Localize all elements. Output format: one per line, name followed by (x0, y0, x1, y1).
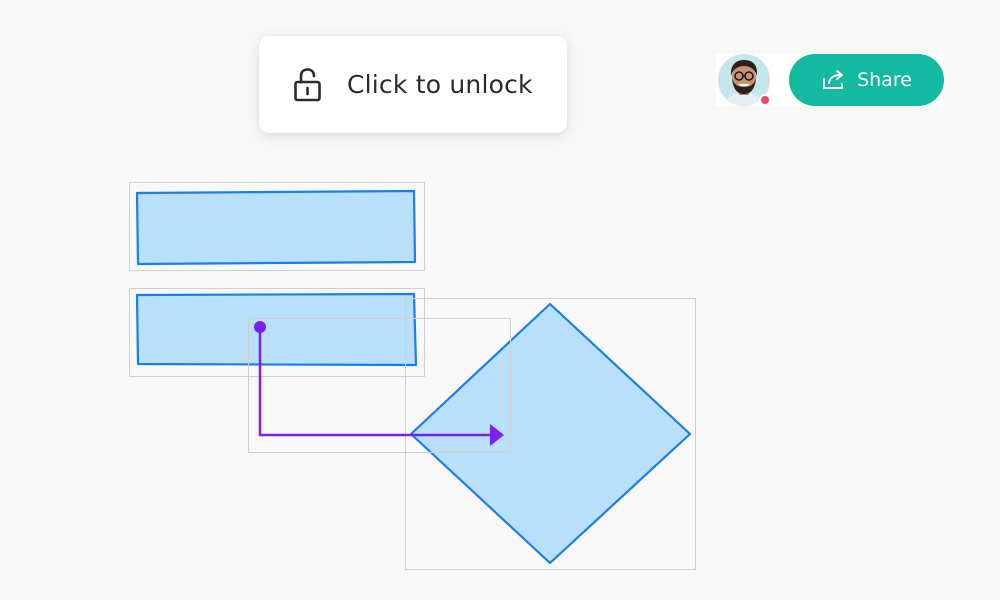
rectangle-2-body[interactable] (135, 292, 418, 367)
arrow-start-dot[interactable] (254, 321, 266, 333)
rectangle-1-body[interactable] (135, 189, 417, 266)
unlock-popup[interactable]: Click to unlock (259, 36, 567, 133)
online-status-dot (759, 94, 771, 106)
share-button[interactable]: Share (789, 54, 944, 106)
unlock-padlock-icon (291, 67, 325, 103)
rectangle-shape-1[interactable] (129, 182, 425, 271)
collaboration-bar: Share (716, 54, 944, 106)
rectangle-shape-2[interactable] (129, 288, 425, 377)
diamond-body[interactable] (409, 302, 692, 565)
unlock-label: Click to unlock (347, 70, 533, 99)
share-arrow-icon (821, 68, 847, 92)
share-label: Share (857, 69, 912, 91)
user-avatar[interactable] (718, 54, 771, 106)
